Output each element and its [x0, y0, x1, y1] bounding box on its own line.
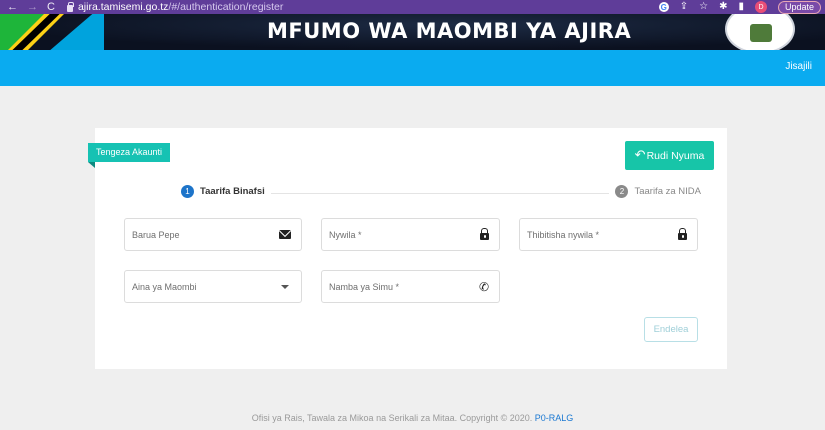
- back-arrow-icon[interactable]: ←: [7, 0, 18, 14]
- extensions-icon[interactable]: ✱: [719, 0, 727, 14]
- registration-card: Tengeza Akaunti ↶ Rudi Nyuma 1 Taarifa B…: [88, 128, 727, 369]
- email-field[interactable]: Barua Pepe: [124, 218, 302, 251]
- step-number: 1: [181, 185, 194, 198]
- address-bar[interactable]: ajira.tamisemi.go.tz/#/authentication/re…: [66, 1, 284, 13]
- step-nida-info[interactable]: 2 Taarifa za NIDA: [609, 185, 701, 198]
- lock-icon: [480, 228, 489, 240]
- step-number: 2: [615, 185, 629, 198]
- step-label: Taarifa Binafsi: [200, 186, 265, 197]
- url-host: ajira.tamisemi.go.tz: [77, 1, 169, 13]
- secure-lock-icon: [66, 1, 74, 12]
- phone-field[interactable]: Namba ya Simu * ✆: [321, 270, 500, 303]
- step-personal-info[interactable]: 1 Taarifa Binafsi: [181, 185, 271, 198]
- form-title-ribbon: Tengeza Akaunti: [88, 143, 171, 168]
- register-link[interactable]: Jisajili: [785, 61, 812, 72]
- password-field[interactable]: Nywila *: [321, 218, 500, 251]
- password-placeholder: Nywila *: [329, 229, 362, 240]
- browser-toolbar: ← → C ajira.tamisemi.go.tz/#/authenticat…: [0, 0, 825, 14]
- lock-icon: [678, 228, 687, 240]
- email-placeholder: Barua Pepe: [132, 229, 180, 240]
- share-icon[interactable]: ⇪: [680, 0, 688, 14]
- phone-placeholder: Namba ya Simu *: [329, 281, 400, 292]
- star-icon[interactable]: ☆: [699, 0, 708, 14]
- phone-icon: ✆: [478, 279, 489, 294]
- top-navbar: Jisajili: [0, 50, 825, 86]
- footer-text: Ofisi ya Rais, Tawala za Mikoa na Serika…: [251, 413, 533, 423]
- forward-arrow-icon[interactable]: →: [27, 0, 38, 14]
- browser-actions: G ⇪ ☆ ✱ ▮ D Update: [658, 0, 825, 14]
- continue-button[interactable]: Endelea: [644, 317, 698, 342]
- application-type-select[interactable]: Aina ya Maombi: [124, 270, 302, 303]
- step-label: Taarifa za NIDA: [634, 186, 701, 197]
- coat-of-arms-logo: [725, 14, 795, 50]
- profile-avatar[interactable]: D: [754, 1, 767, 13]
- confirm-password-field[interactable]: Thibitisha nywila *: [519, 218, 698, 251]
- url-path: /#/authentication/register: [168, 1, 284, 13]
- site-title: MFUMO WA MAOMBI YA AJIRA: [267, 19, 632, 43]
- header-banner: MFUMO WA MAOMBI YA AJIRA: [0, 14, 825, 50]
- sidebar-icon[interactable]: ▮: [738, 0, 744, 14]
- reload-icon[interactable]: C: [47, 0, 55, 14]
- back-button[interactable]: ↶ Rudi Nyuma: [625, 141, 714, 170]
- page-footer: Ofisi ya Rais, Tawala za Mikoa na Serika…: [0, 413, 825, 423]
- envelope-icon: [279, 230, 291, 239]
- undo-arrow-icon: ↶: [634, 147, 646, 162]
- caret-down-icon: [281, 284, 289, 289]
- google-icon[interactable]: G: [658, 2, 669, 12]
- update-button[interactable]: Update: [777, 0, 821, 14]
- back-button-label: Rudi Nyuma: [646, 149, 705, 162]
- application-type-placeholder: Aina ya Maombi: [132, 281, 197, 292]
- confirm-password-placeholder: Thibitisha nywila *: [527, 229, 600, 240]
- tanzania-flag-icon: [0, 14, 104, 50]
- footer-org-link[interactable]: P0-RALG: [535, 413, 574, 423]
- browser-nav: ← → C: [0, 0, 55, 14]
- form-stepper: 1 Taarifa Binafsi 2 Taarifa za NIDA: [181, 185, 701, 201]
